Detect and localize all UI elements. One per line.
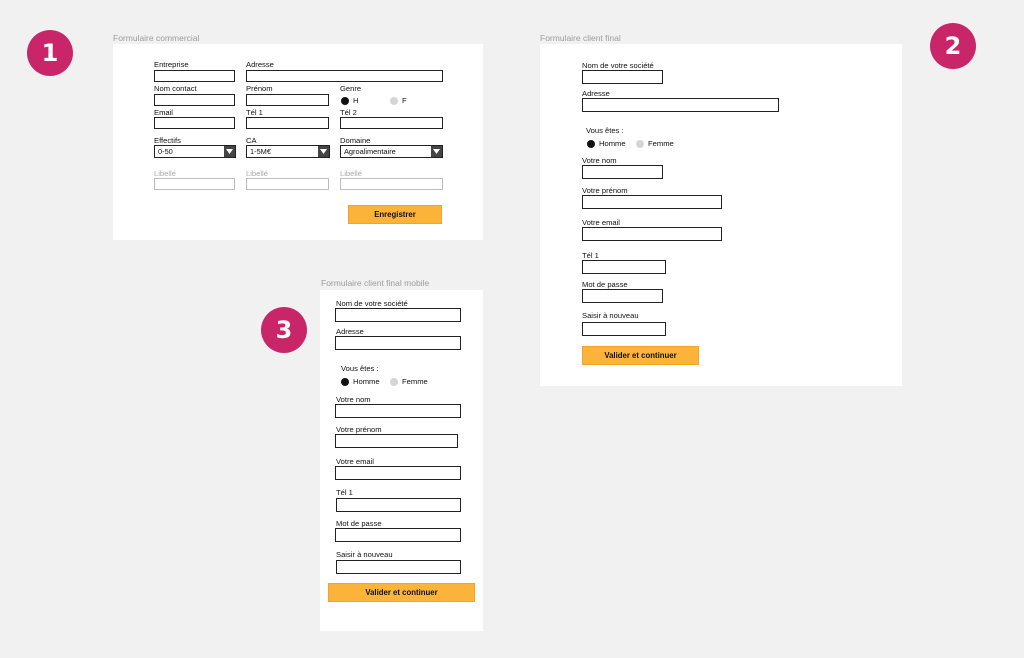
homme-radio[interactable]: Homme <box>341 377 380 386</box>
effectifs-value: 0-50 <box>158 147 173 156</box>
tel1-label: Tél 1 <box>582 251 599 260</box>
email-label: Votre email <box>582 218 620 227</box>
tel2-input[interactable] <box>340 117 443 129</box>
step-badge-2: 2 <box>930 23 976 69</box>
societe-label: Nom de votre société <box>582 61 654 70</box>
enregistrer-button[interactable]: Enregistrer <box>348 205 442 224</box>
libelle-input-1[interactable] <box>154 178 235 190</box>
valider-button[interactable]: Valider et continuer <box>582 346 699 365</box>
adresse-input[interactable] <box>246 70 443 82</box>
libelle-label-2: Libellé <box>246 169 268 178</box>
tel2-label: Tél 2 <box>340 108 357 117</box>
adresse-input[interactable] <box>582 98 779 112</box>
ca-select[interactable]: 1-5M€ <box>246 145 330 158</box>
email-label: Email <box>154 108 173 117</box>
radio-unselected-icon <box>390 96 398 105</box>
genre-label: Genre <box>340 84 362 93</box>
commercial-caption: Formulaire commercial <box>113 33 200 43</box>
step-badge-3: 3 <box>261 307 307 353</box>
domaine-select[interactable]: Agroalimentaire <box>340 145 443 158</box>
nom-contact-input[interactable] <box>154 94 235 106</box>
libelle-input-3[interactable] <box>340 178 443 190</box>
email-label: Votre email <box>336 457 374 466</box>
adresse-label: Adresse <box>582 89 610 98</box>
femme-radio[interactable]: Femme <box>636 139 674 148</box>
adresse-label: Adresse <box>246 60 274 69</box>
domaine-label: Domaine <box>340 136 371 145</box>
radio-unselected-icon <box>636 139 644 148</box>
radio-selected-icon <box>587 139 595 148</box>
genre-h-radio[interactable]: H <box>341 96 358 105</box>
ca-label: CA <box>246 136 257 145</box>
domaine-value: Agroalimentaire <box>344 147 396 156</box>
dropdown-arrow-icon <box>318 146 329 157</box>
dropdown-arrow-icon <box>431 146 442 157</box>
tel1-input[interactable] <box>336 498 461 512</box>
email-input[interactable] <box>335 466 461 480</box>
radio-unselected-icon <box>390 377 398 386</box>
mdp-label: Mot de passe <box>336 519 382 528</box>
femme-radio[interactable]: Femme <box>390 377 428 386</box>
adresse-label: Adresse <box>336 327 364 336</box>
entreprise-input[interactable] <box>154 70 235 82</box>
tel1-label: Tél 1 <box>336 488 353 497</box>
nom-input[interactable] <box>335 404 461 418</box>
prenom-label: Prénom <box>246 84 273 93</box>
nom-label: Votre nom <box>336 395 371 404</box>
saisir-input[interactable] <box>582 322 666 336</box>
tel1-label: Tél 1 <box>246 108 263 117</box>
radio-selected-icon <box>341 377 349 386</box>
dropdown-arrow-icon <box>224 146 235 157</box>
prenom-label: Votre prénom <box>336 425 382 434</box>
femme-label: Femme <box>402 377 428 386</box>
saisir-label: Saisir à nouveau <box>336 550 393 559</box>
prenom-input[interactable] <box>582 195 722 209</box>
homme-label: Homme <box>599 139 626 148</box>
client-form: Nom de votre société Adresse Vous êtes :… <box>540 44 902 386</box>
nom-contact-label: Nom contact <box>154 84 197 93</box>
mdp-input[interactable] <box>582 289 663 303</box>
mdp-label: Mot de passe <box>582 280 628 289</box>
entreprise-label: Entreprise <box>154 60 189 69</box>
radio-selected-icon <box>341 96 349 105</box>
mobile-caption: Formulaire client final mobile <box>321 278 430 288</box>
adresse-input[interactable] <box>335 336 461 350</box>
tel1-input[interactable] <box>246 117 329 129</box>
homme-radio[interactable]: Homme <box>587 139 626 148</box>
libelle-label-3: Libellé <box>340 169 362 178</box>
commercial-form: Entreprise Adresse Nom contact Prénom Ge… <box>113 44 483 240</box>
saisir-label: Saisir à nouveau <box>582 311 639 320</box>
mobile-form: Nom de votre société Adresse Vous êtes :… <box>320 290 483 631</box>
societe-input[interactable] <box>335 308 461 322</box>
tel1-input[interactable] <box>582 260 666 274</box>
libelle-input-2[interactable] <box>246 178 329 190</box>
vous-etes-label: Vous êtes : <box>341 364 379 373</box>
effectifs-label: Effectifs <box>154 136 181 145</box>
societe-label: Nom de votre société <box>336 299 408 308</box>
valider-button[interactable]: Valider et continuer <box>328 583 475 602</box>
nom-input[interactable] <box>582 165 663 179</box>
femme-label: Femme <box>648 139 674 148</box>
email-input[interactable] <box>582 227 722 241</box>
prenom-input[interactable] <box>335 434 458 448</box>
effectifs-select[interactable]: 0-50 <box>154 145 236 158</box>
genre-f-radio[interactable]: F <box>390 96 407 105</box>
nom-label: Votre nom <box>582 156 617 165</box>
step-badge-1: 1 <box>27 30 73 76</box>
genre-h-label: H <box>353 96 359 105</box>
vous-etes-label: Vous êtes : <box>586 126 624 135</box>
homme-label: Homme <box>353 377 380 386</box>
mdp-input[interactable] <box>335 528 461 542</box>
ca-value: 1-5M€ <box>250 147 271 156</box>
prenom-label: Votre prénom <box>582 186 628 195</box>
genre-f-label: F <box>402 96 407 105</box>
email-input[interactable] <box>154 117 235 129</box>
prenom-input[interactable] <box>246 94 329 106</box>
client-caption: Formulaire client final <box>540 33 621 43</box>
societe-input[interactable] <box>582 70 663 84</box>
libelle-label-1: Libellé <box>154 169 176 178</box>
saisir-input[interactable] <box>336 560 461 574</box>
